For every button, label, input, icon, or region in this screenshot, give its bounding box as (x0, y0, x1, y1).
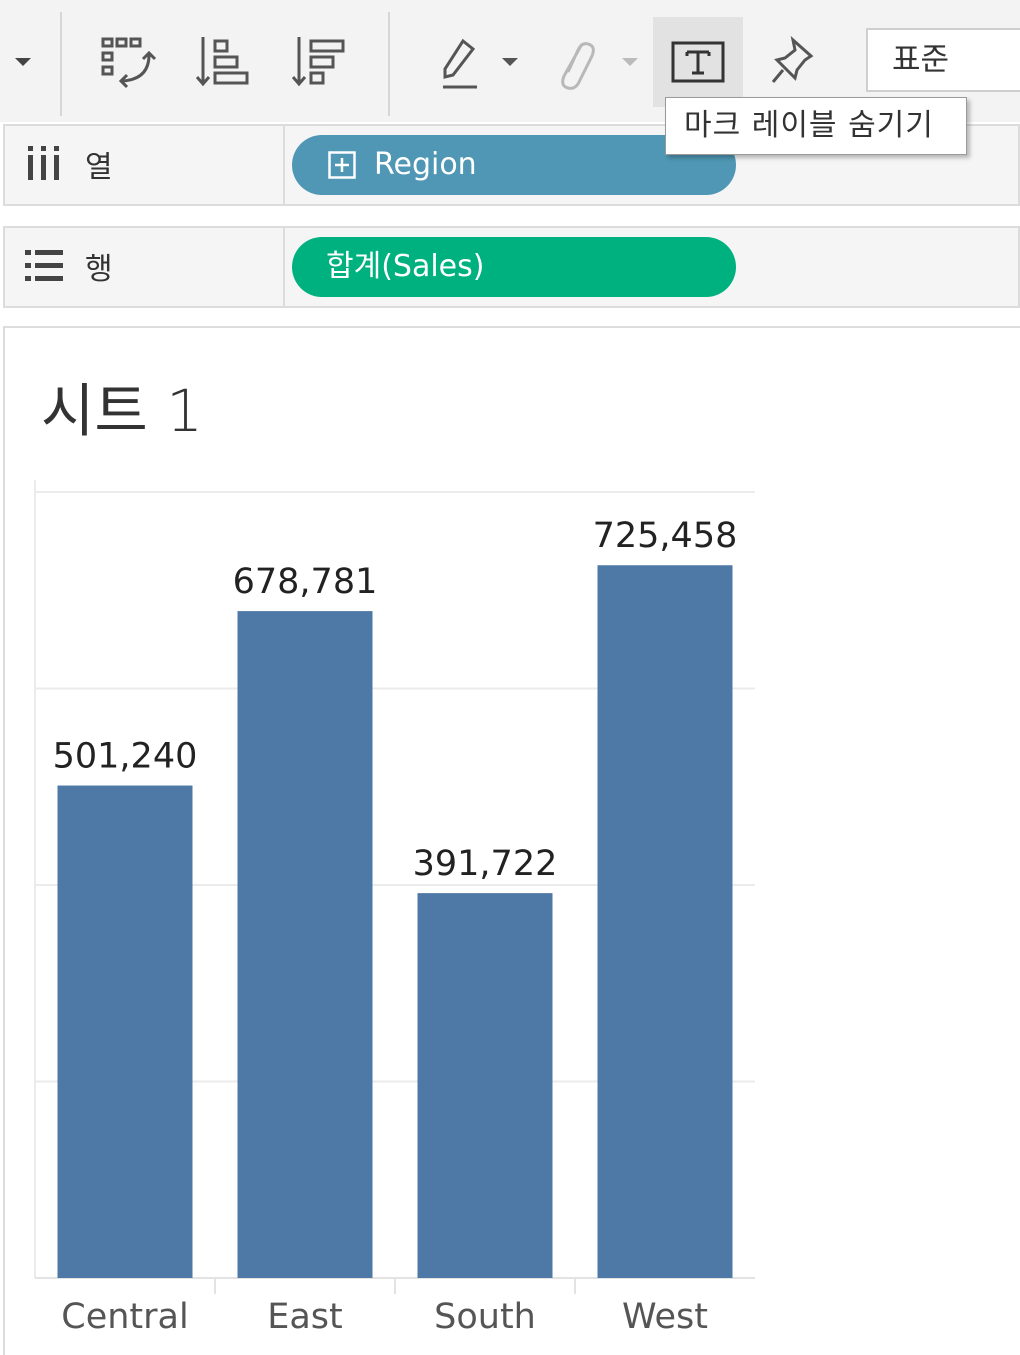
swap-axes-icon[interactable] (96, 30, 158, 92)
x-tick-label: Central (61, 1297, 188, 1337)
bar-chart: 501,240 Central 678,781 East 391,722 South 725… (34, 480, 755, 1337)
toolbar-divider (60, 12, 62, 116)
tooltip: 마크 레이블 숨기기 (665, 97, 967, 155)
text-label-icon[interactable] (653, 17, 743, 107)
pin-icon[interactable] (764, 32, 820, 90)
toolbar-divider (388, 12, 390, 116)
data-label: 678,781 (233, 562, 378, 602)
region-pill-label: Region (374, 147, 477, 182)
bar (57, 785, 193, 1278)
dropdown-arrow-icon[interactable] (8, 44, 38, 80)
paperclip-dropdown-icon[interactable] (618, 52, 642, 72)
data-label: 391,722 (413, 844, 558, 884)
highlight-dropdown-icon[interactable] (498, 52, 522, 72)
fit-select[interactable]: 표준 (866, 28, 1020, 92)
x-tick-label: East (267, 1297, 343, 1337)
worksheet-view: 시트 1 501,240 Central 678,781 East 391,722 Sou… (3, 326, 1020, 1355)
sheet-title: 시트 1 (41, 377, 204, 445)
data-label: 725,458 (593, 516, 738, 556)
bar (237, 611, 373, 1278)
rows-shelf: 행 합계(Sales) (3, 226, 1020, 308)
columns-shelf-label: 열 (5, 126, 285, 204)
highlight-pen-icon[interactable] (432, 34, 484, 94)
rows-icon (25, 250, 63, 281)
columns-icon (28, 146, 59, 180)
sort-descending-icon[interactable] (288, 30, 350, 92)
sales-pill-label: 합계(Sales) (326, 249, 485, 284)
bar (417, 893, 553, 1278)
x-tick-label: South (434, 1297, 536, 1337)
rows-shelf-label: 행 (5, 228, 285, 306)
expand-plus-icon[interactable] (328, 151, 356, 179)
x-tick-label: West (622, 1297, 708, 1337)
sort-ascending-icon[interactable] (192, 30, 254, 92)
bar (597, 565, 733, 1278)
columns-label: 열 (85, 150, 113, 185)
data-label: 501,240 (53, 737, 198, 777)
sales-pill[interactable]: 합계(Sales) (292, 237, 736, 297)
paperclip-icon[interactable] (548, 34, 600, 94)
rows-label: 행 (85, 252, 113, 287)
